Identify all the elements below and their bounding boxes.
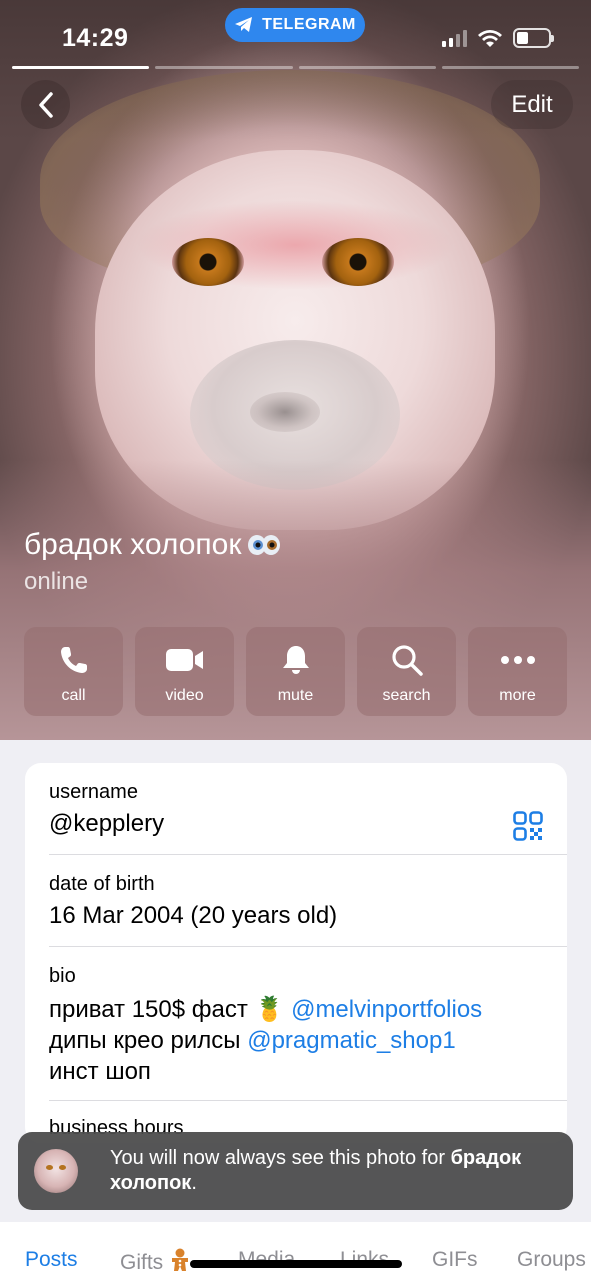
bio-line-3: инст шоп <box>49 1058 151 1085</box>
status-icons <box>442 28 554 48</box>
profile-status: online <box>24 568 89 595</box>
gingerbread-icon <box>172 1248 189 1271</box>
search-button[interactable]: search <box>357 627 456 716</box>
bio-line-2: дипы крео рилсы @pragmatic_shop1 <box>49 1025 567 1056</box>
bio-link-melvinportfolios[interactable]: @melvinportfolios <box>291 996 482 1023</box>
photo-eye-right <box>322 238 394 286</box>
photo-progress <box>12 66 579 69</box>
search-label: search <box>382 687 431 704</box>
profile-name: брадок холопок <box>24 528 281 562</box>
home-indicator <box>190 1260 402 1268</box>
tab-groups[interactable]: Groups <box>517 1248 586 1272</box>
bio-label: bio <box>49 965 76 987</box>
toast-text-before: You will now always see this photo for <box>110 1147 445 1169</box>
bio-line-1: приват 150$ фаст 🍍 @melvinportfolios <box>49 994 567 1025</box>
bio-link-pragmatic-shop[interactable]: @pragmatic_shop1 <box>247 1027 455 1054</box>
wifi-icon <box>478 29 502 47</box>
telegram-pill-label: TELEGRAM <box>262 16 356 33</box>
call-label: call <box>61 687 86 704</box>
dob-row[interactable]: date of birth 16 Mar 2004 (20 years old) <box>49 855 567 947</box>
toast-notification[interactable]: You will now always see this photo for б… <box>18 1132 573 1210</box>
bio-line-1-text: приват 150$ фаст 🍍 <box>49 996 285 1023</box>
photo-eye-left <box>172 238 244 286</box>
more-dots-icon <box>500 656 535 664</box>
edit-button[interactable]: Edit <box>491 80 573 129</box>
search-icon <box>391 645 423 676</box>
more-button[interactable]: more <box>468 627 567 716</box>
bell-icon <box>282 646 309 674</box>
toast-avatar <box>34 1149 78 1193</box>
signal-icon <box>442 29 467 47</box>
qr-code-icon[interactable] <box>513 811 543 841</box>
username-value[interactable]: @kepplery <box>49 810 567 838</box>
dob-label: date of birth <box>49 873 155 895</box>
call-button[interactable]: call <box>24 627 123 716</box>
telegram-pill[interactable]: TELEGRAM <box>225 8 365 42</box>
back-button[interactable] <box>21 80 70 129</box>
video-button[interactable]: video <box>135 627 234 716</box>
profile-name-text: брадок холопок <box>24 528 242 561</box>
tab-gifts-label: Gifts <box>120 1251 164 1274</box>
more-label: more <box>499 687 536 704</box>
tab-gifs[interactable]: GIFs <box>432 1248 478 1272</box>
action-buttons: call video mute search more <box>24 627 567 716</box>
mute-button[interactable]: mute <box>246 627 345 716</box>
chevron-left-icon <box>38 91 53 118</box>
bio-text: приват 150$ фаст 🍍 @melvinportfolios дип… <box>49 994 567 1087</box>
username-row[interactable]: username @kepplery <box>49 781 567 855</box>
status-time: 14:29 <box>62 24 129 52</box>
eyes-emoji-icon <box>248 535 281 555</box>
toast-text-after: . <box>191 1172 197 1194</box>
toast-message: You will now always see this photo for б… <box>110 1146 565 1196</box>
media-tabs: Posts Gifts Media Links GIFs Groups <box>0 1222 591 1280</box>
phone-icon <box>60 647 87 673</box>
bio-row[interactable]: bio приват 150$ фаст 🍍 @melvinportfolios… <box>49 947 567 1101</box>
tab-posts[interactable]: Posts <box>25 1248 78 1272</box>
tab-gifts[interactable]: Gifts <box>120 1248 191 1275</box>
dob-value: 16 Mar 2004 (20 years old) <box>49 902 338 929</box>
photo-nose <box>250 392 320 432</box>
battery-icon <box>513 28 554 48</box>
telegram-plane-icon <box>235 17 253 32</box>
video-label: video <box>165 687 204 704</box>
video-camera-icon <box>165 649 203 671</box>
username-label: username <box>49 781 138 803</box>
mute-label: mute <box>277 687 314 704</box>
info-card: username @kepplery date of birth 16 Mar … <box>25 763 567 1143</box>
bio-line-2-text: дипы крео рилсы <box>49 1027 241 1054</box>
